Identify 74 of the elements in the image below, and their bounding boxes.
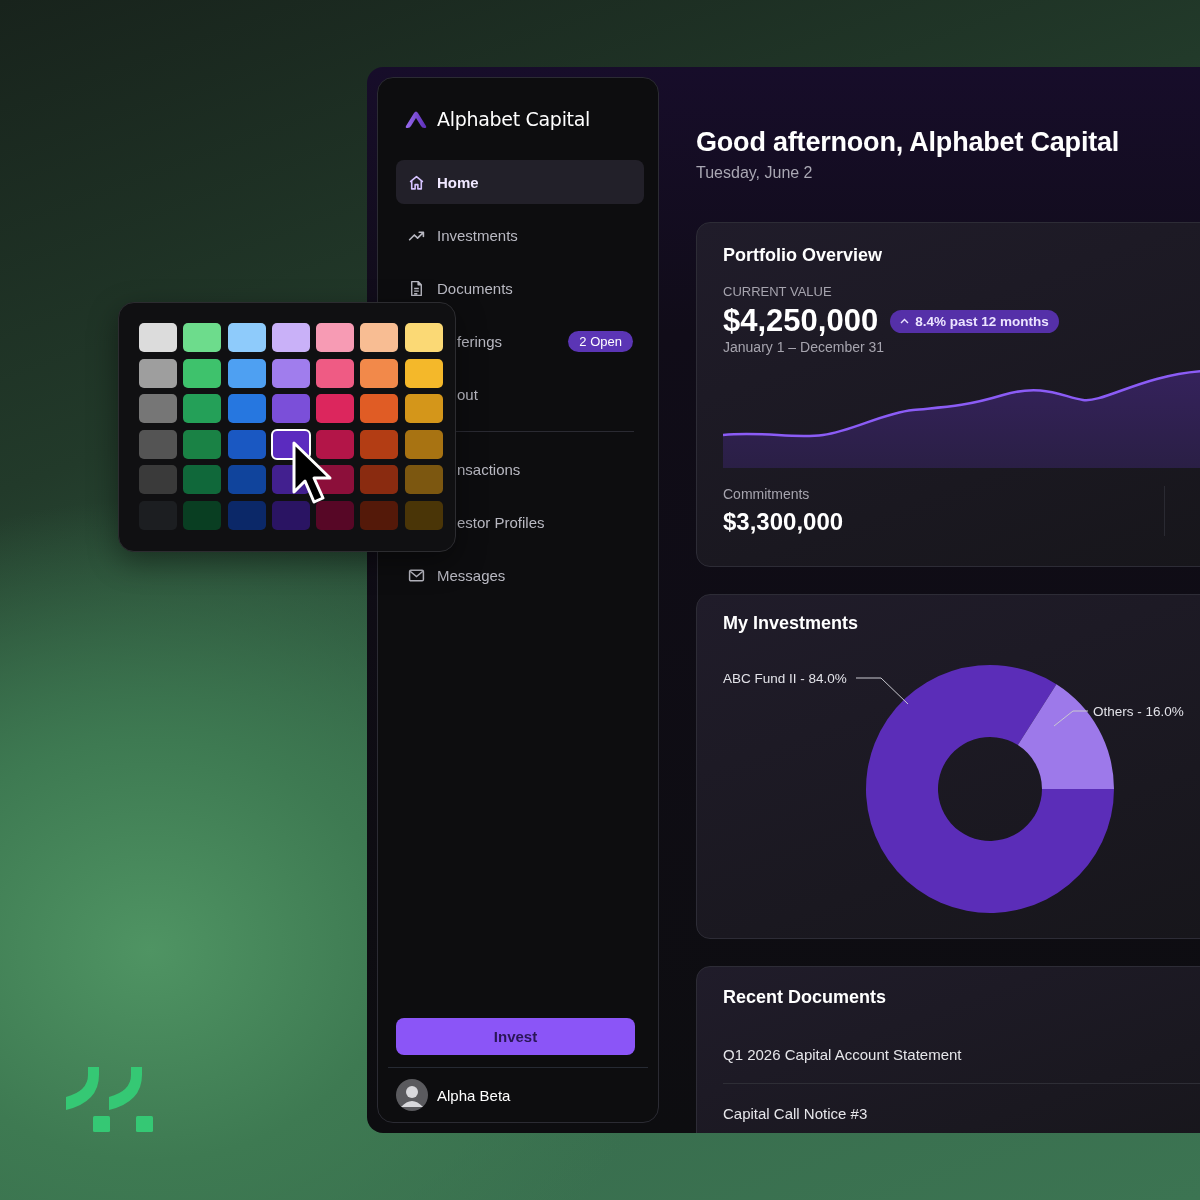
color-swatch[interactable]: [360, 358, 399, 388]
color-swatch[interactable]: [404, 429, 443, 459]
stat-label: CURRENT VALUE: [723, 284, 833, 299]
color-swatch[interactable]: [227, 394, 266, 423]
caret-icon: [900, 318, 910, 324]
color-swatch[interactable]: [139, 394, 177, 423]
slice-label: ABC Fund II - 84.0%: [723, 671, 847, 686]
count-badge: 2 Open: [568, 330, 633, 352]
color-swatch[interactable]: [404, 358, 443, 388]
color-swatch[interactable]: [183, 429, 222, 459]
color-swatch[interactable]: [227, 465, 266, 494]
greeting: Good afternoon, Alphabet Capital: [696, 127, 1121, 158]
logo-icon: [66, 1067, 154, 1133]
nav-item[interactable]: Investments: [396, 213, 644, 257]
nav-item[interactable]: nsactions: [457, 447, 644, 491]
color-swatch[interactable]: [183, 323, 222, 352]
color-swatch[interactable]: [183, 500, 222, 530]
color-swatch[interactable]: [360, 394, 399, 423]
color-swatch[interactable]: [404, 500, 443, 530]
leader-line: [855, 677, 909, 705]
mail-icon: [408, 566, 425, 584]
color-swatch[interactable]: [271, 358, 310, 388]
color-swatch[interactable]: [183, 465, 222, 494]
card-title: My Investments: [723, 613, 860, 634]
color-swatch[interactable]: [271, 394, 310, 423]
color-swatch[interactable]: [316, 323, 355, 352]
invest-button[interactable]: Invest: [396, 1018, 635, 1055]
color-swatch[interactable]: [404, 323, 443, 352]
document-link[interactable]: Capital Call Notice #3: [723, 1105, 1200, 1122]
color-swatch[interactable]: [183, 394, 222, 423]
card-title: Portfolio Overview: [723, 245, 884, 266]
color-swatch[interactable]: [316, 429, 355, 459]
logo-icon: [404, 109, 428, 129]
color-swatch[interactable]: [360, 465, 399, 494]
change-badge: 8.4% past 12 months: [890, 309, 1059, 333]
color-swatch[interactable]: [316, 500, 355, 530]
slice-label: Others - 16.0%: [1093, 704, 1184, 719]
color-swatch[interactable]: [360, 323, 399, 352]
color-swatch[interactable]: [227, 323, 266, 352]
color-swatch[interactable]: [227, 358, 266, 388]
color-swatch[interactable]: [227, 429, 266, 459]
nav-item[interactable]: Documents: [396, 266, 644, 310]
color-swatch[interactable]: [404, 465, 443, 494]
document-link[interactable]: Q1 2026 Capital Account Statement: [723, 1046, 1200, 1063]
color-swatch[interactable]: [271, 323, 310, 352]
color-swatch[interactable]: [271, 500, 310, 530]
leader-line: [1053, 710, 1089, 727]
color-swatch[interactable]: [360, 429, 399, 459]
color-swatch[interactable]: [183, 358, 222, 388]
nav-item[interactable]: estor Profiles: [457, 500, 644, 544]
home-icon: [408, 173, 425, 191]
nav-item[interactable]: out: [457, 372, 644, 416]
brand-name: Alphabet Capital: [437, 108, 591, 130]
color-swatch[interactable]: [139, 429, 177, 459]
user-name: Alpha Beta: [437, 1086, 511, 1104]
document-icon: [408, 279, 425, 297]
card-title: Recent Documents: [723, 987, 888, 1008]
color-swatch[interactable]: [404, 394, 443, 423]
period-text: January 1 – December 31: [723, 339, 886, 355]
color-swatch[interactable]: [316, 394, 355, 423]
nav-item[interactable]: Messages: [396, 553, 644, 597]
color-swatch[interactable]: [139, 358, 177, 388]
stat-label: Commitments: [723, 486, 811, 502]
current-value: $4,250,000: [723, 303, 879, 339]
color-swatch[interactable]: [139, 323, 177, 352]
commitments-value: $3,300,000: [723, 508, 844, 536]
color-swatch[interactable]: [360, 500, 399, 530]
color-swatch[interactable]: [139, 465, 177, 494]
nav-item[interactable]: ferings 2 Open: [457, 319, 644, 363]
color-swatch[interactable]: [227, 500, 266, 530]
color-swatch[interactable]: [316, 358, 355, 388]
avatar[interactable]: [396, 1079, 428, 1111]
date-text: Tuesday, June 2: [696, 164, 814, 182]
nav-item[interactable]: Home: [396, 160, 644, 204]
